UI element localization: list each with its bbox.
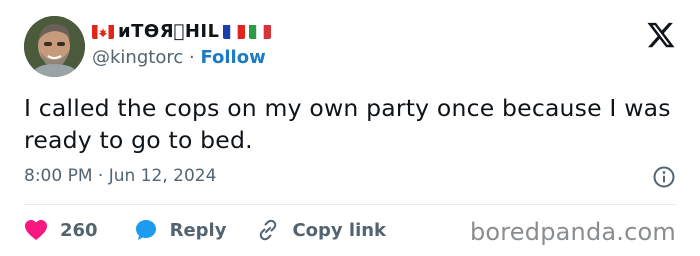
tweet-date: Jun 12, 2024 <box>108 166 217 186</box>
divider <box>24 204 676 205</box>
heart-icon <box>25 220 47 240</box>
avatar[interactable] <box>24 16 85 77</box>
handle[interactable]: @kingtorc <box>92 47 183 68</box>
display-name: ᴎTƟЯ⃤ᕼIᒪ <box>118 20 220 42</box>
reply-button[interactable]: Reply <box>134 218 227 242</box>
like-count: 260 <box>60 219 98 241</box>
date-separator: · <box>97 166 104 186</box>
handle-separator: · <box>188 47 195 68</box>
italy-flag-icon <box>249 24 272 39</box>
canada-flag-icon <box>92 24 114 39</box>
reply-label: Reply <box>169 219 227 241</box>
follow-button[interactable]: Follow <box>200 47 265 68</box>
tweet-time: 8:00 PM <box>24 166 93 186</box>
tweet-text: I called the cops on my own party once b… <box>24 94 671 154</box>
like-button[interactable]: 260 <box>24 219 98 241</box>
watermark: boredpanda.com <box>469 218 676 246</box>
france-flag-icon <box>223 24 246 39</box>
tweet-card: ᴎTƟЯ⃤ᕼIᒪ @kingtorc · Follow I called the… <box>0 0 700 256</box>
speech-bubble-icon <box>135 220 156 240</box>
timestamp[interactable]: 8:00 PM · Jun 12, 2024 <box>24 166 216 186</box>
copy-link-label: Copy link <box>292 219 387 241</box>
link-icon <box>260 219 277 241</box>
action-bar: 260 Reply Copy link <box>24 216 386 244</box>
info-icon[interactable] <box>652 165 676 189</box>
handle-row: @kingtorc · Follow <box>92 47 266 68</box>
display-name-row[interactable]: ᴎTƟЯ⃤ᕼIᒪ <box>92 18 272 44</box>
copy-link-button[interactable]: Copy link <box>256 218 386 242</box>
x-logo-icon[interactable] <box>646 20 676 50</box>
